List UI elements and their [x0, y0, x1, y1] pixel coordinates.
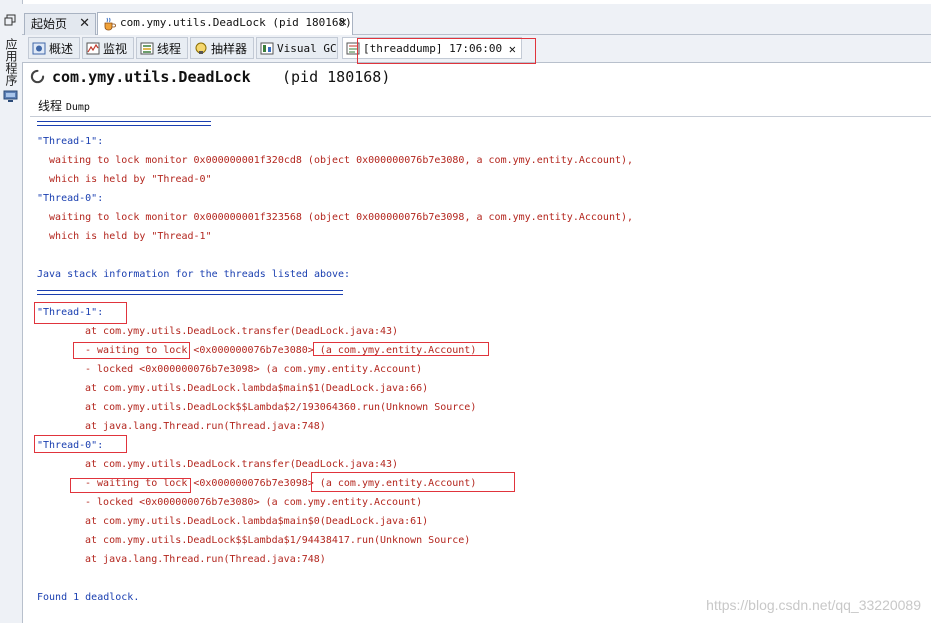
- dump-line: which is held by "Thread-1": [37, 231, 212, 242]
- tab-deadlock-app[interactable]: com.ymy.utils.DeadLock (pid 180168) ✕: [97, 12, 353, 36]
- dump-line: waiting to lock monitor 0x000000001f320c…: [37, 155, 634, 166]
- stack-frame: at com.ymy.utils.DeadLock.transfer(DeadL…: [85, 459, 399, 470]
- divider: [37, 290, 343, 295]
- tab-visual-gc[interactable]: Visual GC: [256, 37, 338, 59]
- monitor-chart-icon: [86, 42, 100, 55]
- tab-label: 概述: [49, 42, 74, 56]
- stack-frame: at com.ymy.utils.DeadLock.lambda$main$0(…: [85, 516, 429, 527]
- highlight-box: [34, 435, 127, 453]
- deadlock-summary: Found 1 deadlock.: [37, 592, 140, 603]
- watermark: https://blog.csdn.net/qq_33220089: [706, 597, 921, 613]
- section-heading: 线程 Dump: [38, 97, 90, 114]
- tab-label: com.ymy.utils.DeadLock (pid 180168): [120, 16, 352, 29]
- tab-sampler[interactable]: 抽样器: [190, 37, 254, 59]
- stack-frame: - locked <0x000000076b7e3080> (a com.ymy…: [85, 497, 423, 508]
- tab-label: Visual GC: [277, 42, 337, 55]
- stack-frame: at com.ymy.utils.DeadLock.transfer(DeadL…: [85, 326, 399, 337]
- highlight-box: [357, 38, 536, 64]
- tab-label: 线程: [157, 42, 182, 56]
- dump-line: waiting to lock monitor 0x000000001f3235…: [37, 212, 634, 223]
- tab-monitor[interactable]: 监视: [82, 37, 134, 59]
- applications-panel-label[interactable]: 应用程序: [3, 38, 18, 86]
- highlight-box: [73, 342, 190, 359]
- stack-frame: at java.lang.Thread.run(Thread.java:748): [85, 554, 326, 565]
- threads-icon: [140, 42, 154, 55]
- highlight-box: [70, 478, 191, 493]
- tab-label: 起始页: [31, 17, 68, 31]
- close-icon[interactable]: ✕: [339, 13, 347, 33]
- dump-line: "Thread-0":: [37, 193, 104, 204]
- section-heading-cn: 线程: [38, 99, 63, 113]
- tab-threads[interactable]: 线程: [136, 37, 188, 59]
- stack-frame: at com.ymy.utils.DeadLock$$Lambda$1/9443…: [85, 535, 471, 546]
- java-cup-icon: [104, 17, 116, 31]
- close-icon[interactable]: ✕: [79, 14, 90, 34]
- dump-line: which is held by "Thread-0": [37, 174, 212, 185]
- section-heading-en: Dump: [65, 102, 90, 113]
- visual-gc-icon: [260, 42, 274, 55]
- highlight-box: [311, 472, 515, 492]
- stack-frame: - locked <0x000000076b7e3098> (a com.ymy…: [85, 364, 423, 375]
- editor-tab-bar: 起始页 ✕ com.ymy.utils.DeadLock (pid 180168…: [22, 4, 931, 36]
- tab-overview[interactable]: 概述: [28, 37, 80, 59]
- restore-window-icon[interactable]: [4, 14, 16, 26]
- stack-frame: at java.lang.Thread.run(Thread.java:748): [85, 421, 326, 432]
- stack-frame: at com.ymy.utils.DeadLock$$Lambda$2/1930…: [85, 402, 477, 413]
- stack-frame: at com.ymy.utils.DeadLock.lambda$main$1(…: [85, 383, 429, 394]
- sampler-icon: [195, 42, 207, 54]
- left-sidebar: 应用程序: [0, 0, 23, 623]
- highlight-box: [313, 342, 489, 356]
- divider: [37, 121, 211, 126]
- tab-label: 抽样器: [211, 42, 248, 56]
- tab-start-page[interactable]: 起始页 ✕: [24, 13, 96, 35]
- app-name: com.ymy.utils.DeadLock: [52, 68, 251, 86]
- overview-icon: [32, 42, 46, 55]
- dump-line: "Thread-1":: [37, 136, 104, 147]
- highlight-box: [34, 302, 127, 324]
- tab-label: 监视: [103, 42, 128, 56]
- loading-spinner-icon: [30, 69, 45, 84]
- stack-header: Java stack information for the threads l…: [37, 269, 351, 280]
- computer-icon[interactable]: [3, 90, 18, 103]
- app-pid: (pid 180168): [282, 68, 391, 86]
